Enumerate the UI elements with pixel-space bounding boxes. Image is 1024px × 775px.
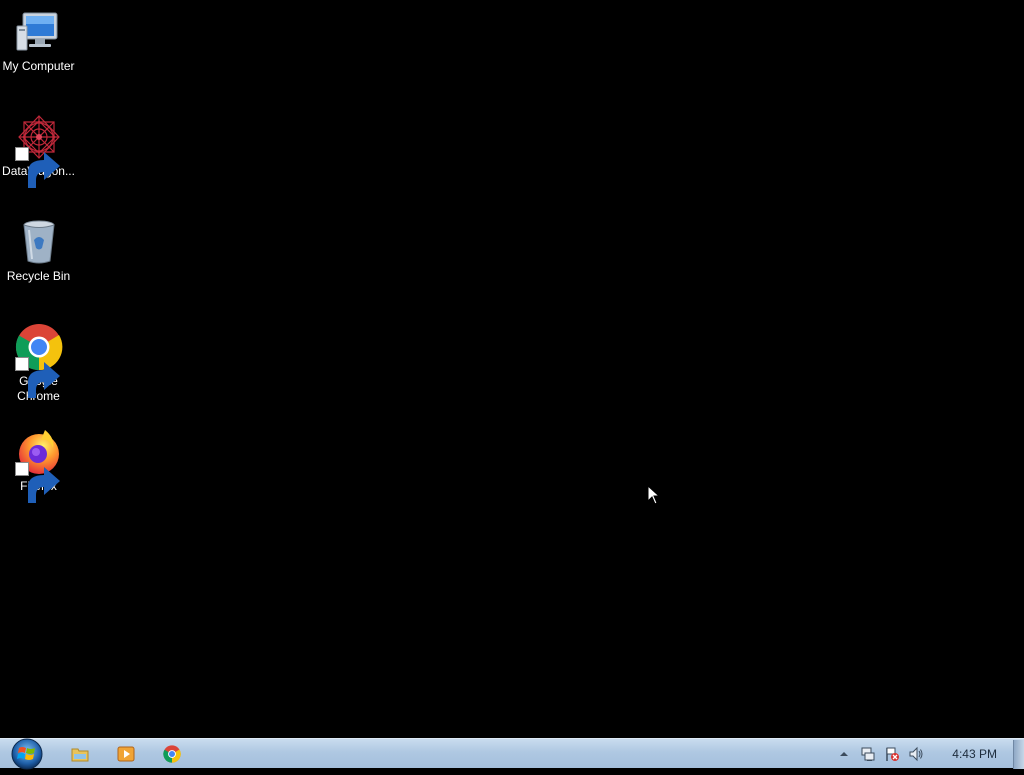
show-desktop-button[interactable] (1013, 739, 1024, 769)
start-button[interactable] (7, 737, 47, 770)
desktop[interactable]: My Computer D (0, 0, 1024, 738)
folder-icon (71, 748, 89, 762)
network-icon[interactable] (858, 744, 878, 764)
taskbar-clock[interactable]: 4:43 PM (952, 747, 997, 761)
taskbar-media-player-button[interactable] (106, 741, 146, 767)
mouse-cursor-icon (647, 485, 661, 505)
shortcut-arrow-icon (14, 147, 60, 188)
windows-start-icon (11, 738, 43, 770)
desktop-icon-google-chrome[interactable]: Google Chrome (0, 323, 77, 404)
media-player-icon (117, 746, 135, 762)
firefox-icon (14, 428, 63, 503)
shortcut-arrow-icon (14, 357, 60, 398)
taskbar-explorer-button[interactable] (60, 741, 100, 767)
action-center-flag-icon[interactable] (882, 744, 902, 764)
desktop-icon-my-computer[interactable]: My Computer (0, 8, 77, 74)
datawagon-icon (14, 113, 63, 188)
volume-icon[interactable] (906, 744, 926, 764)
desktop-icon-recycle-bin[interactable]: Recycle Bin (0, 218, 77, 284)
taskbar-chrome-button[interactable] (152, 741, 192, 767)
computer-icon (15, 8, 63, 56)
desktop-icon-label: Recycle Bin (6, 269, 71, 283)
shortcut-arrow-icon (14, 462, 60, 503)
desktop-icon-firefox[interactable]: Firefox (0, 428, 77, 503)
chrome-icon (14, 323, 63, 398)
system-tray: 4:43 PM (832, 739, 1024, 769)
desktop-icon-datawagon[interactable]: DataWagon... (0, 113, 77, 188)
desktop-icon-label: My Computer (2, 59, 75, 73)
chrome-icon (163, 745, 181, 763)
taskbar: 4:43 PM (0, 737, 1024, 770)
recycle-bin-icon (15, 218, 63, 266)
show-hidden-icons-arrow[interactable] (834, 744, 854, 764)
